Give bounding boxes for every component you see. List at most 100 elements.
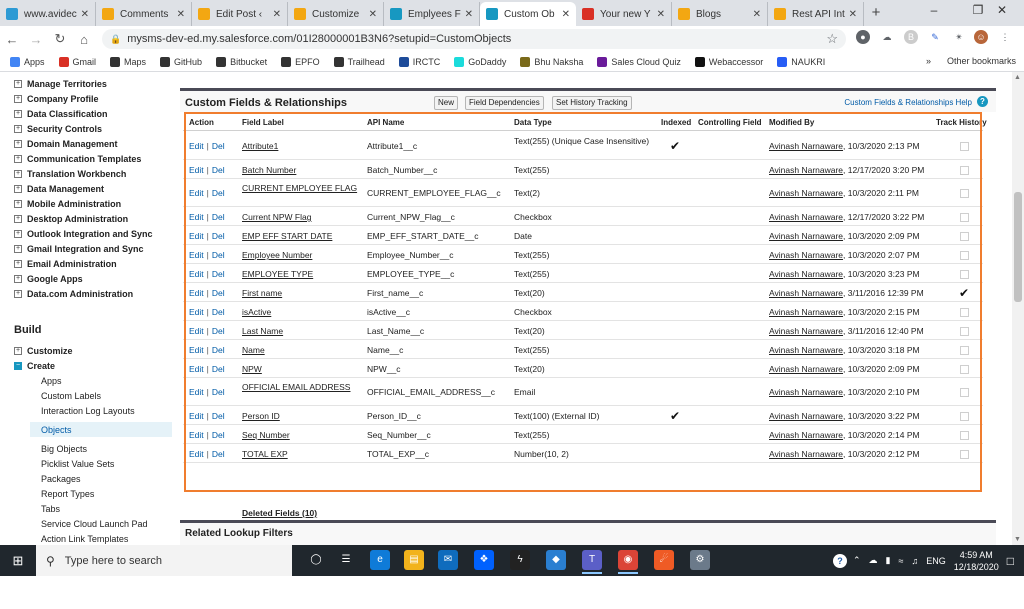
- browser-tab[interactable]: Rest API Int ✕: [768, 2, 864, 26]
- expand-icon[interactable]: +: [14, 199, 22, 208]
- sidebar-item[interactable]: + Gmail Integration and Sync: [14, 241, 144, 256]
- expand-icon[interactable]: +: [14, 214, 22, 223]
- other-bookmarks[interactable]: Other bookmarks: [947, 56, 1016, 66]
- more-bookmarks-icon[interactable]: »: [926, 56, 931, 66]
- modified-by-user-link[interactable]: Avinash Narnaware: [769, 449, 843, 459]
- help-icon[interactable]: ?: [832, 553, 847, 568]
- browser-tab[interactable]: Customize ✕: [288, 2, 384, 26]
- windows-start-icon[interactable]: ⊞: [0, 545, 36, 576]
- field-label-link[interactable]: Name: [242, 345, 360, 355]
- expand-icon[interactable]: +: [14, 79, 22, 88]
- modified-by-user-link[interactable]: Avinash Narnaware: [769, 387, 843, 397]
- close-icon[interactable]: ✕: [849, 9, 857, 20]
- edit-link[interactable]: Edit: [189, 387, 204, 397]
- cloud-icon[interactable]: ☁: [880, 30, 894, 44]
- teams-icon[interactable]: T: [582, 550, 602, 574]
- delete-link[interactable]: Del: [212, 345, 225, 355]
- delete-link[interactable]: Del: [212, 288, 225, 298]
- edit-link[interactable]: Edit: [189, 165, 204, 175]
- close-icon[interactable]: ✕: [369, 9, 377, 20]
- field-label-link[interactable]: CURRENT EMPLOYEE FLAG: [242, 183, 360, 193]
- modified-by-user-link[interactable]: Avinash Narnaware: [769, 430, 843, 440]
- avatar[interactable]: ☺: [974, 30, 988, 44]
- plugin-icon[interactable]: ϟ: [510, 550, 530, 570]
- browser-tab[interactable]: Comments ✕: [96, 2, 192, 26]
- edit-link[interactable]: Edit: [189, 212, 204, 222]
- delete-link[interactable]: Del: [212, 231, 225, 241]
- field-label-link[interactable]: OFFICIAL EMAIL ADDRESS: [242, 382, 360, 392]
- reload-icon[interactable]: ↻: [48, 31, 72, 47]
- browser-tab[interactable]: www.avidec ✕: [0, 2, 96, 26]
- edit-link[interactable]: Edit: [189, 326, 204, 336]
- field-label-link[interactable]: Person ID: [242, 411, 360, 421]
- column-header[interactable]: Track History: [936, 118, 987, 127]
- delete-link[interactable]: Del: [212, 449, 225, 459]
- battery-icon[interactable]: ▮: [886, 555, 891, 566]
- help-icon[interactable]: ?: [977, 96, 988, 107]
- delete-link[interactable]: Del: [212, 165, 225, 175]
- browser-tab[interactable]: Edit Post ‹ ✕: [192, 2, 288, 26]
- edit-link[interactable]: Edit: [189, 231, 204, 241]
- bookmark-item[interactable]: Sales Cloud Quiz: [597, 56, 681, 67]
- puzzle-icon[interactable]: ✴: [952, 30, 966, 44]
- edit-link[interactable]: Edit: [189, 430, 204, 440]
- sidebar-subitem[interactable]: Interaction Log Layouts: [41, 403, 135, 418]
- close-icon[interactable]: ✕: [562, 9, 570, 20]
- taskbar-search-input[interactable]: ⚲ Type here to search: [36, 545, 292, 576]
- sidebar-item[interactable]: + Translation Workbench: [14, 166, 126, 181]
- close-icon[interactable]: ✕: [753, 9, 761, 20]
- edit-link[interactable]: Edit: [189, 449, 204, 459]
- edit-link[interactable]: Edit: [189, 269, 204, 279]
- sidebar-item[interactable]: + Data Management: [14, 181, 104, 196]
- modified-by-user-link[interactable]: Avinash Narnaware: [769, 411, 843, 421]
- sidebar-item[interactable]: + Company Profile: [14, 91, 99, 106]
- sidebar-subitem[interactable]: Report Types: [41, 486, 94, 501]
- scrollbar-thumb[interactable]: [1014, 192, 1022, 302]
- delete-link[interactable]: Del: [212, 411, 225, 421]
- modified-by-user-link[interactable]: Avinash Narnaware: [769, 250, 843, 260]
- bookmark-item[interactable]: NAUKRI: [777, 56, 825, 67]
- edit-link[interactable]: Edit: [189, 307, 204, 317]
- column-header[interactable]: API Name: [367, 118, 404, 127]
- expand-icon[interactable]: +: [14, 169, 22, 178]
- extension-icon[interactable]: ●: [856, 30, 870, 44]
- edit-link[interactable]: Edit: [189, 411, 204, 421]
- chevron-up-icon[interactable]: ⌃: [853, 555, 861, 566]
- sidebar-item[interactable]: + Outlook Integration and Sync: [14, 226, 153, 241]
- back-icon[interactable]: ←: [0, 32, 24, 47]
- field-label-link[interactable]: Batch Number: [242, 165, 360, 175]
- collapse-icon[interactable]: −: [14, 361, 22, 370]
- modified-by-user-link[interactable]: Avinash Narnaware: [769, 326, 843, 336]
- delete-link[interactable]: Del: [212, 430, 225, 440]
- modified-by-user-link[interactable]: Avinash Narnaware: [769, 212, 843, 222]
- sidebar-item[interactable]: + Domain Management: [14, 136, 118, 151]
- expand-icon[interactable]: +: [14, 244, 22, 253]
- bookmark-item[interactable]: IRCTC: [398, 56, 440, 67]
- close-window-icon[interactable]: ✕: [980, 0, 1024, 22]
- sidebar-item[interactable]: + Customize: [14, 343, 73, 358]
- close-icon[interactable]: ✕: [81, 9, 89, 20]
- delete-link[interactable]: Del: [212, 387, 225, 397]
- help-link[interactable]: Custom Fields & Relationships Help: [844, 98, 972, 107]
- new-field-button[interactable]: New: [434, 96, 459, 110]
- field-label-link[interactable]: First name: [242, 288, 360, 298]
- expand-icon[interactable]: +: [14, 274, 22, 283]
- modified-by-user-link[interactable]: Avinash Narnaware: [769, 165, 843, 175]
- postman-icon[interactable]: ☄: [654, 550, 674, 570]
- app-icon[interactable]: ◆: [546, 550, 566, 570]
- modified-by-user-link[interactable]: Avinash Narnaware: [769, 345, 843, 355]
- field-label-link[interactable]: Last Name: [242, 326, 360, 336]
- modified-by-user-link[interactable]: Avinash Narnaware: [769, 188, 843, 198]
- expand-icon[interactable]: +: [14, 289, 22, 298]
- field-label-link[interactable]: Current NPW Flag: [242, 212, 360, 222]
- bookmark-item[interactable]: Gmail: [58, 56, 96, 67]
- delete-link[interactable]: Del: [212, 307, 225, 317]
- field-label-link[interactable]: EMP EFF START DATE: [242, 231, 360, 241]
- onedrive-icon[interactable]: ☁: [869, 555, 878, 566]
- sidebar-subitem[interactable]: Objects: [30, 422, 172, 437]
- modified-by-user-link[interactable]: Avinash Narnaware: [769, 141, 843, 151]
- delete-link[interactable]: Del: [212, 188, 225, 198]
- column-header[interactable]: Indexed: [661, 118, 691, 127]
- edge-icon[interactable]: e: [370, 550, 390, 570]
- column-header[interactable]: Action: [189, 118, 214, 127]
